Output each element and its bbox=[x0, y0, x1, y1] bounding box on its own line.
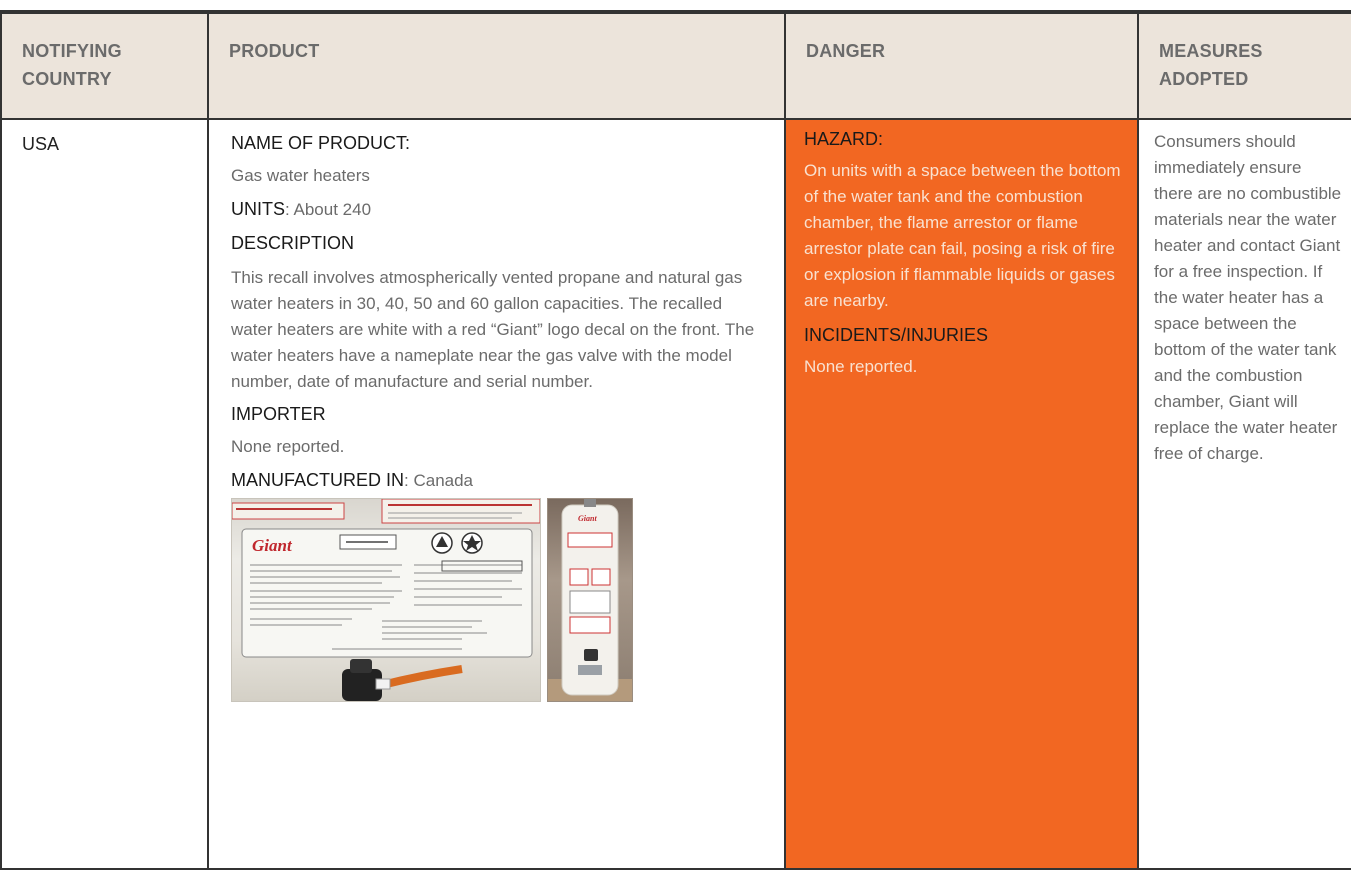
recall-table: NOTIFYING COUNTRY PRODUCT DANGER MEASURE… bbox=[0, 12, 1351, 870]
header-product: PRODUCT bbox=[207, 12, 786, 120]
header-danger: DANGER bbox=[783, 12, 1140, 120]
name-of-product-label: NAME OF PRODUCT: bbox=[231, 133, 411, 153]
description-text: This recall involves atmospherically ven… bbox=[231, 268, 755, 391]
hazard-label: HAZARD: bbox=[804, 129, 884, 149]
importer-value: None reported. bbox=[231, 437, 345, 456]
nameplate-photo: Giant bbox=[231, 498, 541, 702]
units-line: UNITS: About 240 bbox=[231, 198, 764, 221]
nameplate-logo: Giant bbox=[252, 536, 293, 555]
product-cell: NAME OF PRODUCT: Gas water heaters UNITS… bbox=[207, 118, 786, 870]
hazard-text: On units with a space between the bottom… bbox=[804, 161, 1121, 310]
heater-logo: Giant bbox=[578, 514, 597, 523]
importer-label: IMPORTER bbox=[231, 404, 326, 424]
units-value: : About 240 bbox=[285, 200, 372, 219]
water-heater-photo: Giant bbox=[547, 498, 633, 702]
manufactured-label: MANUFACTURED IN bbox=[231, 470, 405, 490]
manufactured-value: : Canada bbox=[404, 471, 474, 490]
top-border bbox=[0, 0, 1351, 12]
measures-cell: Consumers should immediately ensure ther… bbox=[1137, 118, 1351, 870]
danger-cell: HAZARD: On units with a space between th… bbox=[783, 118, 1140, 870]
header-notifying-country: NOTIFYING COUNTRY bbox=[0, 12, 209, 120]
incidents-text: None reported. bbox=[804, 357, 918, 376]
header-row: NOTIFYING COUNTRY PRODUCT DANGER MEASURE… bbox=[0, 12, 1351, 120]
incidents-label: INCIDENTS/INJURIES bbox=[804, 325, 989, 345]
manufactured-line: MANUFACTURED IN: Canada bbox=[231, 469, 764, 492]
units-label: UNITS bbox=[231, 199, 285, 219]
description-label: DESCRIPTION bbox=[231, 233, 355, 253]
table-row: USA NAME OF PRODUCT: Gas water heaters U… bbox=[0, 118, 1351, 870]
product-name: Gas water heaters bbox=[231, 166, 370, 185]
country-cell: USA bbox=[0, 118, 209, 870]
header-measures-adopted: MEASURES ADOPTED bbox=[1137, 12, 1351, 120]
product-photos: Giant Giant bbox=[231, 498, 764, 702]
